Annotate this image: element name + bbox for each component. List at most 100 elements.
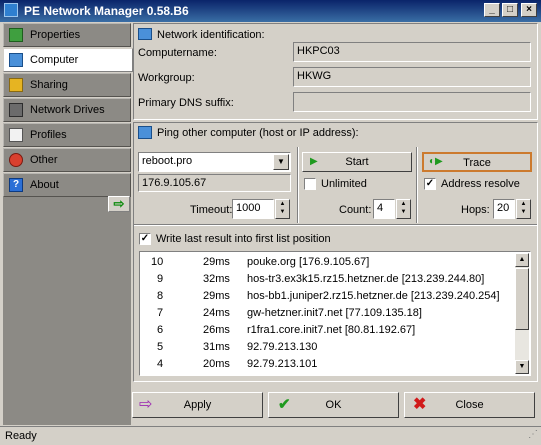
hops-input[interactable]: 20: [493, 199, 515, 219]
profiles-icon: [9, 128, 23, 142]
resolved-ip-field: 176.9.105.67: [138, 174, 291, 192]
unlimited-checkbox[interactable]: [304, 178, 316, 190]
window-title: PE Network Manager 0.58.B6: [24, 4, 189, 18]
row-number: 10: [151, 256, 164, 268]
timeout-label: Timeout:: [190, 204, 233, 216]
status-text: Ready: [5, 430, 37, 442]
properties-icon: [9, 28, 23, 42]
nav-label: Other: [30, 154, 58, 166]
list-item[interactable]: 8 29ms hos-bb1.juniper2.rz15.hetzner.de …: [140, 290, 515, 305]
unlimited-label: Unlimited: [321, 178, 367, 190]
row-time: 29ms: [203, 290, 230, 302]
list-item[interactable]: 4 20ms 92.79.213.101: [140, 358, 515, 373]
maximize-button[interactable]: □: [502, 3, 518, 17]
write-last-checkbox[interactable]: ✓: [139, 233, 151, 245]
count-label: Count:: [339, 204, 372, 216]
count-spinner[interactable]: ▲ ▼: [396, 199, 411, 219]
timeout-input[interactable]: 1000: [232, 199, 274, 219]
hops-spinner[interactable]: ▲ ▼: [516, 199, 531, 219]
trace-label: Trace: [463, 157, 491, 169]
row-host: 92.79.213.101: [247, 358, 318, 370]
apply-arrow-icon: ⇨: [139, 396, 153, 413]
row-host: r1fra1.core.init7.net [80.81.192.67]: [247, 324, 416, 336]
nav-item-network-drives[interactable]: Network Drives: [3, 98, 131, 122]
row-number: 5: [157, 341, 164, 353]
ping-network-icon: [138, 126, 152, 139]
list-item[interactable]: 5 31ms 92.79.213.130: [140, 341, 515, 356]
count-input[interactable]: 4: [373, 199, 395, 219]
apply-label: Apply: [183, 399, 212, 411]
close-button[interactable]: ✖ Close: [404, 392, 535, 418]
trace-button[interactable]: ◐▶ Trace: [422, 152, 532, 172]
checkmark-icon: ✔: [278, 396, 291, 413]
resize-grip-icon[interactable]: ⋰: [528, 429, 538, 440]
close-window-button[interactable]: ×: [521, 3, 537, 17]
row-host: hos-tr3.ex3k15.rz15.hetzner.de [213.239.…: [247, 273, 485, 285]
computername-label: Computername:: [138, 47, 217, 59]
row-host: hos-bb1.juniper2.rz15.hetzner.de [213.23…: [247, 290, 500, 302]
nav-item-sharing[interactable]: Sharing: [3, 73, 131, 97]
apply-button[interactable]: ⇨ Apply: [132, 392, 263, 418]
nav-label: Properties: [30, 29, 81, 41]
status-bar: Ready ⋰: [0, 426, 541, 445]
list-item[interactable]: 9 32ms hos-tr3.ex3k15.rz15.hetzner.de [2…: [140, 273, 515, 288]
divider: [297, 147, 299, 223]
dns-suffix-label: Primary DNS suffix:: [138, 97, 234, 109]
computer-icon: [9, 53, 23, 67]
timeout-spinner[interactable]: ▲ ▼: [275, 199, 290, 219]
host-value: reboot.pro: [142, 155, 193, 167]
workgroup-field[interactable]: HKWG: [293, 67, 531, 87]
about-icon: ?: [9, 178, 23, 192]
other-icon: [9, 153, 23, 167]
scrollbar-thumb[interactable]: [515, 268, 529, 330]
row-time: 26ms: [203, 324, 230, 336]
row-number: 6: [157, 324, 164, 336]
nav-label: About: [30, 179, 59, 191]
row-number: 9: [157, 273, 164, 285]
sharing-icon: [9, 78, 23, 92]
list-item[interactable]: 6 26ms r1fra1.core.init7.net [80.81.192.…: [140, 324, 515, 339]
nav-item-computer[interactable]: Computer: [3, 48, 133, 72]
ping-heading: Ping other computer (host or IP address)…: [157, 127, 359, 139]
trace-magnifier-icon: ◐▶: [429, 156, 443, 167]
chevron-down-icon[interactable]: ▼: [273, 154, 289, 170]
nav-item-profiles[interactable]: Profiles: [3, 123, 131, 147]
nav-label: Network Drives: [30, 104, 105, 116]
address-resolve-checkbox[interactable]: ✓: [424, 178, 436, 190]
list-item[interactable]: 7 24ms gw-hetzner.init7.net [77.109.135.…: [140, 307, 515, 322]
row-time: 31ms: [203, 341, 230, 353]
address-resolve-label: Address resolve: [441, 178, 520, 190]
collapse-sidebar-arrow-icon[interactable]: ⇨: [108, 196, 130, 212]
scroll-down-arrow-icon[interactable]: ▼: [515, 360, 529, 374]
dns-suffix-field[interactable]: [293, 92, 531, 112]
nav-label: Sharing: [30, 79, 68, 91]
app-icon: [4, 3, 18, 17]
computername-field[interactable]: HKPC03: [293, 42, 531, 62]
divider: [416, 147, 418, 223]
workgroup-label: Workgroup:: [138, 72, 195, 84]
row-number: 8: [157, 290, 164, 302]
scroll-up-arrow-icon[interactable]: ▲: [515, 253, 529, 267]
write-last-label: Write last result into first list positi…: [156, 233, 331, 245]
start-button[interactable]: ▶ Start: [302, 152, 412, 172]
nav-item-about[interactable]: ? About: [3, 173, 131, 197]
row-time: 24ms: [203, 307, 230, 319]
row-host: pouke.org [176.9.105.67]: [247, 256, 370, 268]
nav-item-properties[interactable]: Properties: [3, 23, 131, 47]
row-host: 92.79.213.130: [247, 341, 318, 353]
row-time: 20ms: [203, 358, 230, 370]
hops-label: Hops:: [461, 204, 490, 216]
nav-item-other[interactable]: Other: [3, 148, 131, 172]
host-combobox[interactable]: reboot.pro: [138, 152, 291, 172]
divider: [134, 224, 537, 226]
network-drives-icon: [9, 103, 23, 117]
row-number: 4: [157, 358, 164, 370]
title-bar: PE Network Manager 0.58.B6 _ □ ×: [0, 0, 541, 22]
list-item[interactable]: 10 29ms pouke.org [176.9.105.67]: [140, 256, 515, 271]
minimize-button[interactable]: _: [484, 3, 500, 17]
network-identification-icon: [138, 28, 152, 40]
row-number: 7: [157, 307, 164, 319]
ok-button[interactable]: ✔ OK: [268, 392, 399, 418]
nav-label: Computer: [30, 54, 79, 66]
start-label: Start: [345, 156, 369, 168]
